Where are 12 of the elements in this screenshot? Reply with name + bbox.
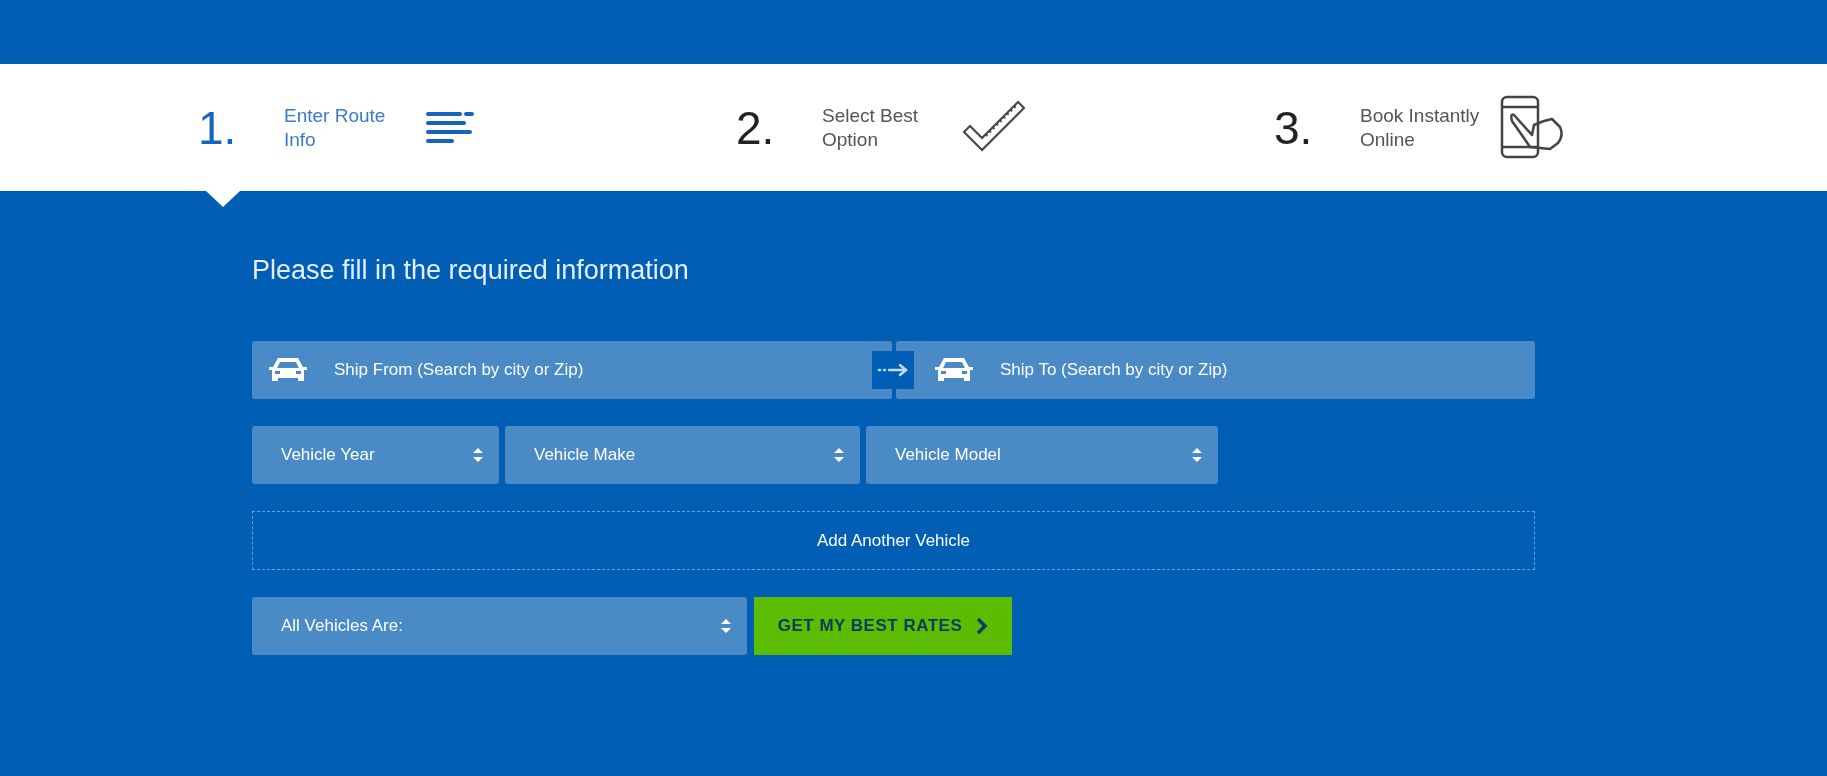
get-rates-button[interactable]: GET MY BEST RATES: [754, 597, 1012, 655]
vehicle-type-select[interactable]: All Vehicles Are:: [252, 597, 747, 655]
vehicle-select[interactable]: Vehicle Year: [252, 426, 499, 484]
ship-to-field[interactable]: Ship To (Search by city or Zip): [896, 341, 1535, 399]
step-item[interactable]: 3. Book Instantly Online: [1274, 64, 1812, 191]
step-item[interactable]: 2. Select Best Option: [736, 64, 1274, 191]
vehicle-select[interactable]: Vehicle Make: [505, 426, 860, 484]
add-vehicle-button[interactable]: Add Another Vehicle: [252, 511, 1535, 570]
form-heading: Please fill in the required information: [252, 255, 690, 286]
ship-from-field[interactable]: Ship From (Search by city or Zip): [252, 341, 892, 399]
step-item[interactable]: 1. Enter Route Info: [198, 64, 736, 191]
vehicle-select[interactable]: Vehicle Model: [866, 426, 1218, 484]
